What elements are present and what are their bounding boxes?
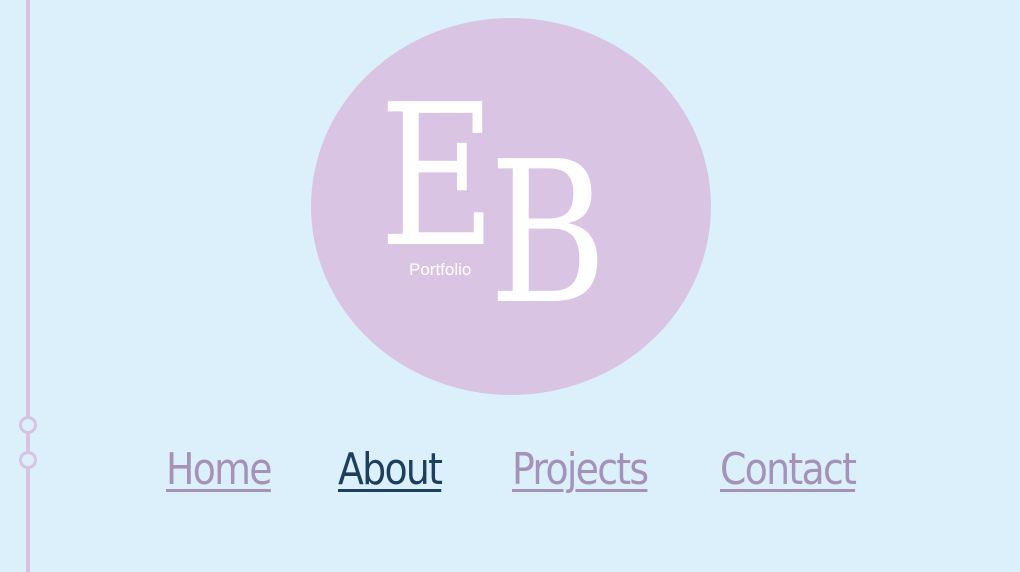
logo-letter-b: B xyxy=(489,121,607,348)
timeline-dot xyxy=(19,416,37,434)
logo-letter-e: E xyxy=(379,64,496,291)
logo-subtitle: Portfolio xyxy=(409,260,471,279)
nav-link-about[interactable]: About xyxy=(338,440,443,500)
logo-monogram: E B Portfolio xyxy=(379,64,607,348)
nav-link-home[interactable]: Home xyxy=(166,440,273,500)
main-nav: Home About Projects Contact xyxy=(0,440,1020,510)
logo: E B Portfolio xyxy=(311,18,711,395)
nav-link-projects[interactable]: Projects xyxy=(512,440,649,500)
nav-link-contact[interactable]: Contact xyxy=(720,440,857,500)
